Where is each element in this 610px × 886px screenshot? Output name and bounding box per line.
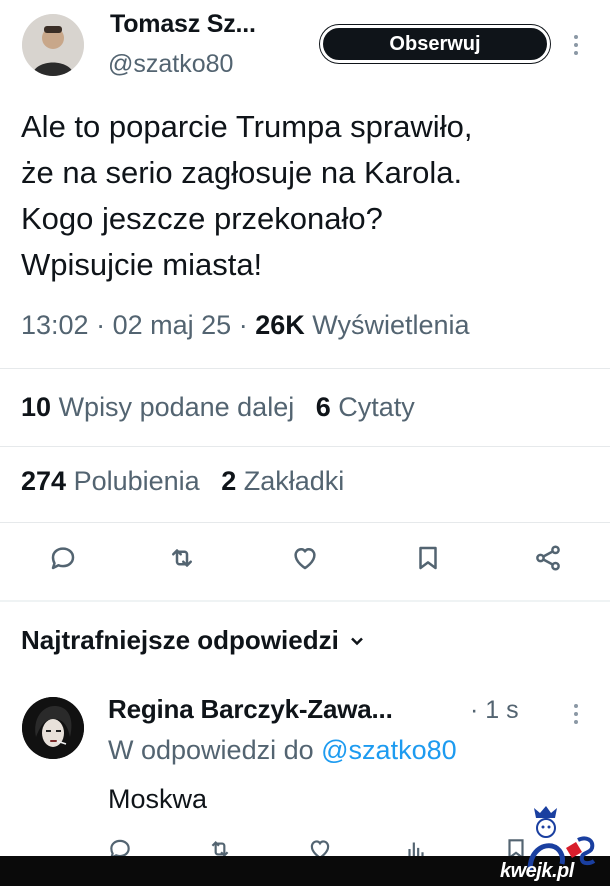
replies-sort-label: Najtrafniejsze odpowiedzi	[21, 625, 339, 655]
bookmarks-label: Zakładki	[243, 466, 345, 496]
reply-more-options-icon[interactable]	[573, 704, 579, 724]
quotes-stat[interactable]: 6 Cytaty	[316, 392, 415, 422]
tweet-line: Kogo jeszcze przekonało?	[21, 201, 383, 236]
reply-avatar[interactable]	[22, 697, 84, 759]
repost-icon[interactable]	[164, 540, 200, 576]
like-icon[interactable]	[287, 540, 323, 576]
reply-context-mention[interactable]: @szatko80	[321, 735, 456, 765]
likes-stat[interactable]: 274 Polubienia	[21, 466, 200, 496]
tweet-line: Wpisujcie miasta!	[21, 247, 263, 282]
reply-text: Moskwa	[108, 784, 208, 814]
views-icon[interactable]	[403, 836, 429, 856]
reply-icon[interactable]	[107, 836, 133, 856]
likes-count: 274	[21, 466, 67, 496]
author-name[interactable]: Tomasz Sz...	[110, 10, 256, 39]
stats-row-reposts: 10 Wpisy podane dalej 6 Cytaty	[21, 392, 415, 423]
more-options-icon[interactable]	[573, 35, 579, 55]
stats-row-likes: 274 Polubienia 2 Zakładki	[21, 466, 344, 497]
chevron-down-icon	[350, 637, 363, 645]
views-label: Wyświetlenia	[312, 310, 470, 340]
like-icon[interactable]	[307, 836, 333, 856]
views-count: 26K	[255, 310, 305, 340]
section-divider	[0, 600, 610, 602]
bookmarks-count: 2	[221, 466, 237, 496]
divider	[0, 446, 610, 447]
tweet-line: że na serio zagłosuje na Karola.	[21, 155, 463, 190]
reposts-label: Wpisy podane dalej	[58, 392, 295, 422]
author-avatar[interactable]	[22, 14, 84, 76]
tweet-actions	[0, 540, 610, 580]
divider	[0, 368, 610, 369]
bookmark-icon[interactable]	[410, 540, 446, 576]
reply-context-prefix: W odpowiedzi do	[108, 735, 314, 765]
reposts-stat[interactable]: 10 Wpisy podane dalej	[21, 392, 294, 422]
tweet-time[interactable]: 13:02	[21, 310, 89, 340]
quotes-count: 6	[315, 392, 331, 422]
watermark-text: kwejk.pl	[500, 860, 574, 882]
quotes-label: Cytaty	[338, 392, 415, 422]
reply-context: W odpowiedzi do @szatko80	[108, 735, 457, 766]
repost-icon[interactable]	[207, 836, 233, 856]
replies-sort-dropdown[interactable]: Najtrafniejsze odpowiedzi	[21, 625, 365, 656]
likes-label: Polubienia	[73, 466, 200, 496]
follow-button[interactable]: Obserwuj	[320, 25, 550, 63]
reposts-count: 10	[21, 392, 52, 422]
tweet-meta: 13:02 · 02 maj 25 · 26K Wyświetlenia	[21, 310, 470, 341]
author-avatar-image	[22, 14, 84, 76]
share-icon[interactable]	[530, 540, 566, 576]
tweet-date[interactable]: 02 maj 25	[113, 310, 232, 340]
author-handle[interactable]: @szatko80	[108, 50, 233, 79]
meta-separator: ·	[96, 310, 106, 340]
reply-avatar-image	[22, 697, 84, 759]
tweet-line: Ale to poparcie Trumpa sprawiło,	[21, 109, 473, 144]
reply-author-name[interactable]: Regina Barczyk-Zawa...	[108, 694, 393, 725]
divider	[0, 522, 610, 523]
bookmarks-stat[interactable]: 2 Zakładki	[221, 466, 344, 496]
tweet-text: Ale to poparcie Trumpa sprawiło, że na s…	[21, 104, 596, 288]
reply-icon[interactable]	[45, 540, 81, 576]
reply-time[interactable]: · 1 s	[470, 696, 519, 725]
meta-separator: ·	[238, 310, 248, 340]
